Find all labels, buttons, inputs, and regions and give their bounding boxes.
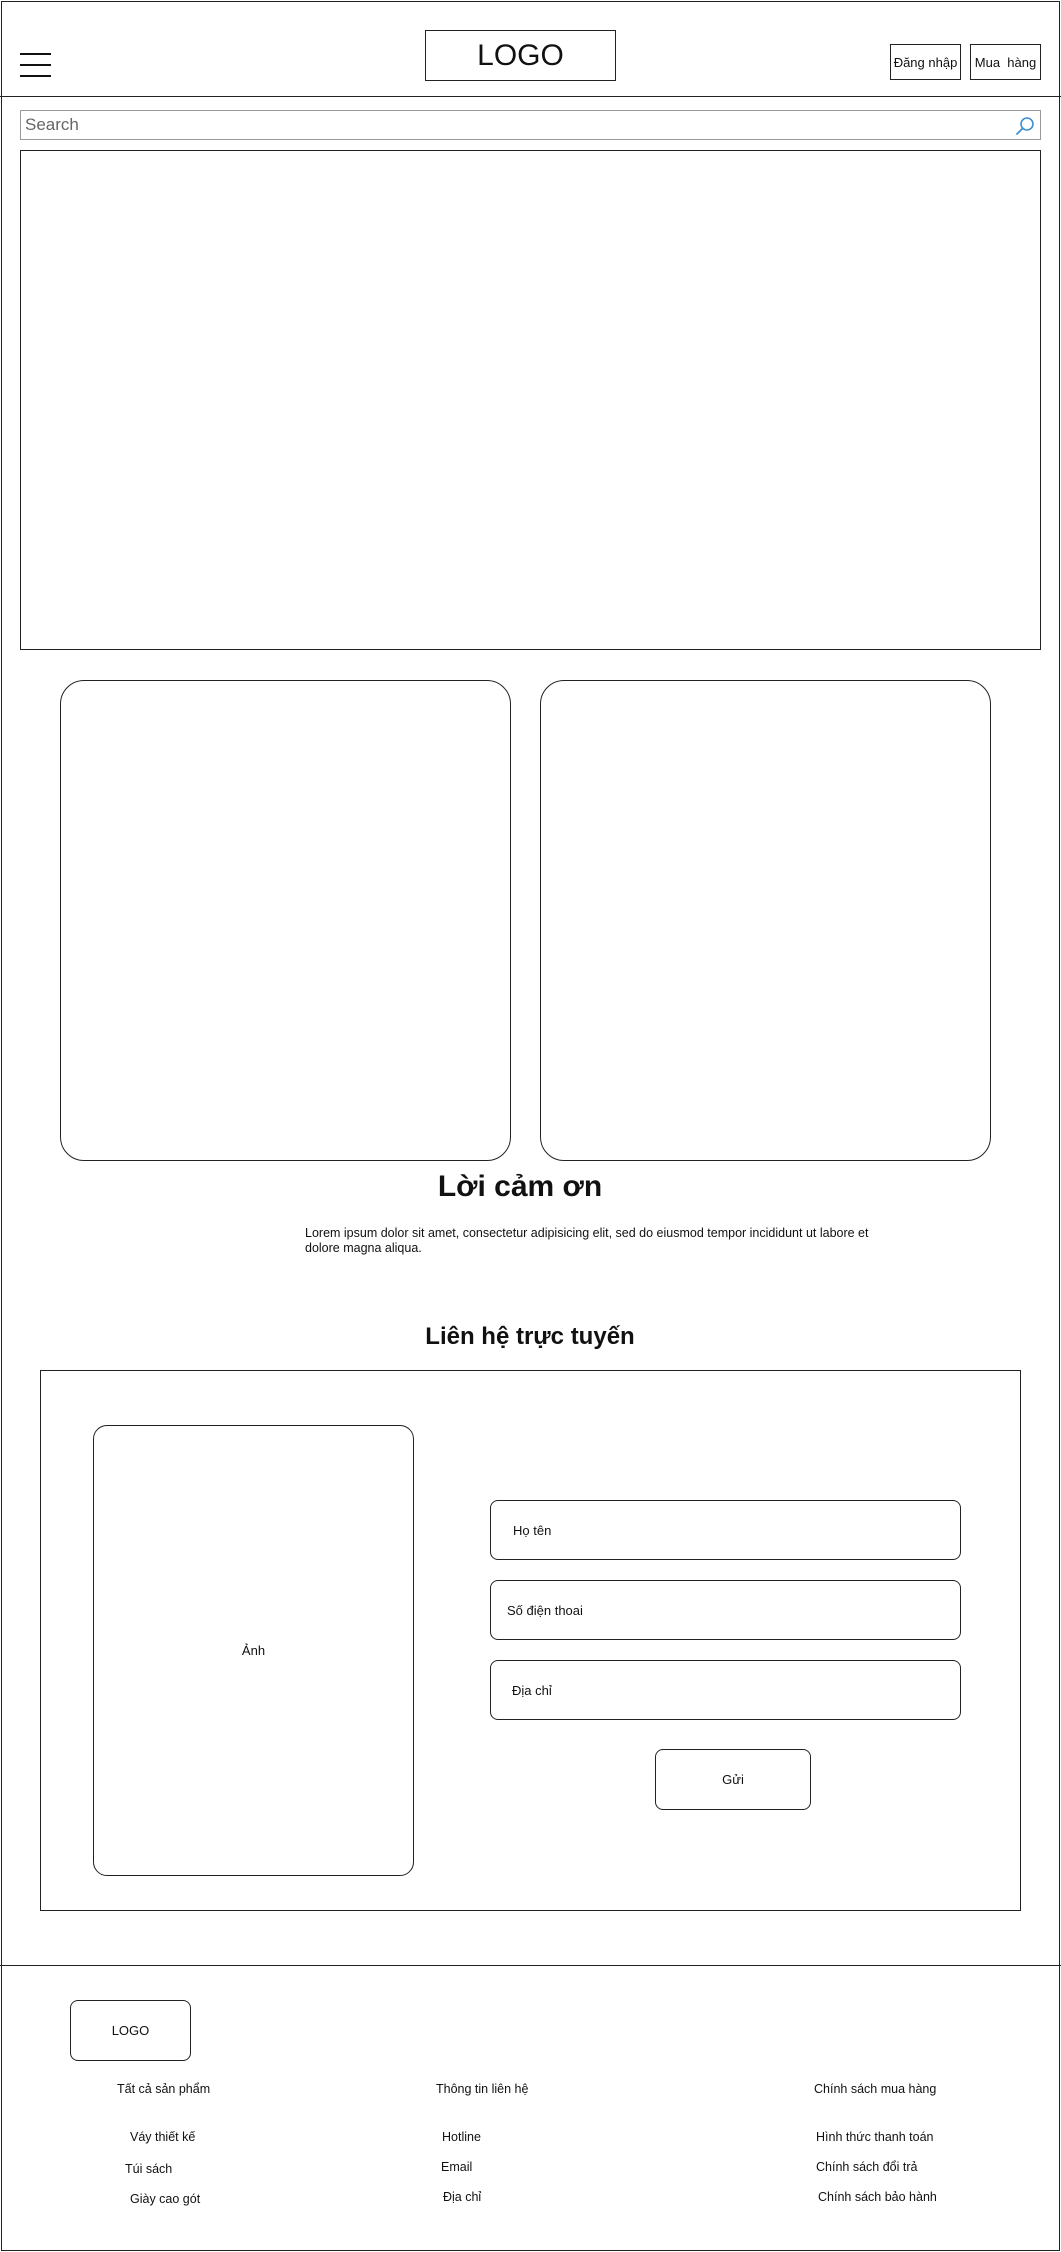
feature-card-right[interactable] bbox=[540, 680, 991, 1161]
name-field[interactable]: Họ tên bbox=[490, 1500, 961, 1560]
footer-heading-policy[interactable]: Chính sách mua hàng bbox=[814, 2082, 936, 2096]
hero-banner bbox=[20, 150, 1041, 650]
thanks-text: Lorem ipsum dolor sit amet, consectetur … bbox=[305, 1226, 869, 1255]
address-field[interactable]: Địa chỉ bbox=[490, 1660, 961, 1720]
photo-label: Ảnh bbox=[241, 1643, 266, 1658]
footer-divider bbox=[0, 1965, 1061, 1966]
footer-logo[interactable]: LOGO bbox=[70, 2000, 191, 2061]
footer-heading-contact[interactable]: Thông tin liên hệ bbox=[436, 2082, 528, 2096]
name-field-label: Họ tên bbox=[513, 1522, 552, 1538]
footer-link-email[interactable]: Email bbox=[441, 2160, 472, 2174]
footer-link-returns[interactable]: Chính sách đổi trả bbox=[816, 2160, 917, 2174]
footer-link-warranty[interactable]: Chính sách bảo hành bbox=[818, 2190, 937, 2204]
header-divider bbox=[0, 96, 1061, 97]
login-button[interactable]: Đăng nhập bbox=[890, 44, 961, 80]
phone-field[interactable]: Số điện thoai bbox=[490, 1580, 961, 1640]
footer-heading-products[interactable]: Tất cả sản phẩm bbox=[117, 2082, 210, 2096]
address-field-label: Địa chỉ bbox=[512, 1682, 552, 1698]
footer-link-address[interactable]: Địa chỉ bbox=[443, 2190, 481, 2204]
contact-title: Liên hệ trực tuyến bbox=[425, 1323, 635, 1350]
hamburger-menu-icon[interactable] bbox=[20, 53, 51, 77]
footer-link-payment[interactable]: Hình thức thanh toán bbox=[816, 2130, 933, 2144]
phone-field-label: Số điện thoai bbox=[507, 1602, 583, 1618]
search-icon[interactable] bbox=[1014, 115, 1036, 137]
header-logo[interactable]: LOGO bbox=[425, 30, 616, 81]
feature-card-left[interactable] bbox=[60, 680, 511, 1161]
submit-button[interactable]: Gửi bbox=[655, 1749, 811, 1810]
search-input[interactable] bbox=[21, 111, 1040, 139]
footer-link-heels[interactable]: Giày cao gót bbox=[130, 2192, 200, 2206]
buy-button[interactable]: Mua hàng bbox=[970, 44, 1041, 80]
footer-link-bags[interactable]: Túi sách bbox=[125, 2162, 172, 2176]
search-bar bbox=[20, 110, 1041, 140]
contact-photo: Ảnh bbox=[93, 1425, 414, 1876]
footer-link-hotline[interactable]: Hotline bbox=[442, 2130, 481, 2144]
thanks-title: Lời cảm ơn bbox=[437, 1170, 603, 1203]
footer-link-dresses[interactable]: Váy thiết kế bbox=[130, 2130, 195, 2144]
